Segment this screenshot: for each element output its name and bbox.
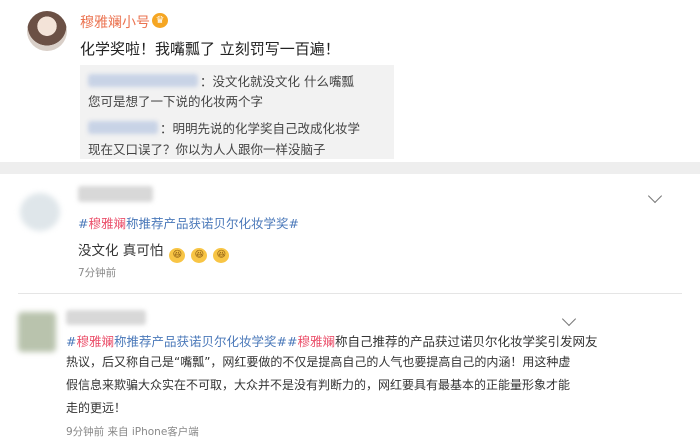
quote-line: 现在又口误了？你以为人人跟你一样没脑子 [88, 142, 326, 157]
comment-body-line: 热议，后又称自己是“嘴瓢”，网红要做的不仅是提高自己的人气也要提高自己的内涵！用… [66, 355, 571, 369]
divider [18, 293, 682, 294]
laugh-emoji: 😆 [169, 248, 186, 263]
quoted-replies: ：没文化就没文化 什么嘴瓢 您可是想了一下说的化妆两个字 ：明明先说的化学奖自己… [80, 65, 394, 159]
blurred-commenter-name [66, 310, 146, 325]
comment-timestamp: 7分钟前 [78, 267, 117, 279]
author-avatar[interactable] [27, 11, 67, 51]
comment-meta: 9分钟前 来自 iPhone客户端 [66, 426, 199, 438]
laugh-emoji: 😆 [213, 248, 230, 263]
blurred-username [88, 121, 158, 134]
quote-line: 您可是想了一下说的化妆两个字 [88, 94, 264, 109]
comment-hashtag[interactable]: #穆雅斓称推荐产品获诺贝尔化妆学奖# [78, 213, 299, 232]
commenter-avatar[interactable] [18, 312, 56, 352]
chevron-down-icon[interactable] [561, 311, 577, 327]
chevron-down-icon[interactable] [647, 188, 663, 204]
crown-icon: ♛ [152, 13, 168, 28]
blurred-username [88, 74, 198, 87]
post-text: 化学奖啦！我嘴瓢了 立刻罚写一百遍！ [80, 40, 340, 58]
author-name[interactable]: 穆雅斓小号 [80, 12, 150, 32]
comment-body-line: 假信息来欺骗大众实在不可取，大众并不是没有判断力的，网红要具有最基本的正能量形象… [66, 378, 571, 392]
comment-body-line: #穆雅斓称推荐产品获诺贝尔化妆学奖##穆雅斓称自己推荐的产品获过诺贝尔化妆学奖引… [66, 334, 598, 349]
quote-line: ：没文化就没文化 什么嘴瓢 [200, 74, 354, 89]
commenter-avatar[interactable] [20, 193, 60, 231]
quote-line: ：明明先说的化学奖自己改成化妆学 [160, 121, 361, 136]
weibo-post: 穆雅斓小号 ♛ 化学奖啦！我嘴瓢了 立刻罚写一百遍！ ：没文化就没文化 什么嘴瓢… [0, 0, 700, 162]
section-separator [0, 162, 700, 174]
comment-text: 没文化 真可怕 😆 😆 😆 [78, 239, 230, 263]
blurred-commenter-name [78, 186, 153, 202]
laugh-emoji: 😆 [191, 248, 208, 263]
comment-body-line: 走的更远！ [66, 401, 127, 415]
